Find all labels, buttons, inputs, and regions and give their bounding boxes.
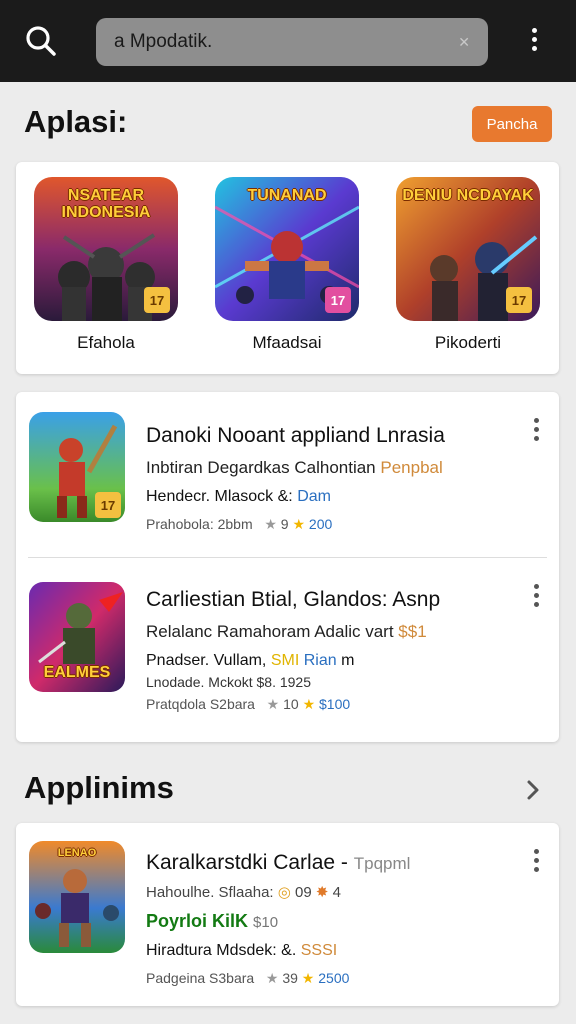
stat-value: $100 <box>319 696 351 712</box>
more-vertical-icon[interactable] <box>524 26 544 58</box>
badge-icon: ✸ <box>315 884 329 901</box>
app-icon: 17 <box>29 412 125 522</box>
app-developer: Pnadser. Vullam, SMI Rian m <box>146 652 516 670</box>
app-label: Mfaadsai <box>252 333 322 352</box>
stat-count: 39 <box>282 970 298 986</box>
developer-text: Hiradtura Mdsdek: &. <box>146 942 297 959</box>
title-text: Karalkarstdki Carlae - <box>146 851 348 874</box>
icon-art-title: EALMES <box>43 664 111 681</box>
highlight-text: Poyrloi KilK <box>146 911 249 931</box>
subtitle-text: Hahoulhe. Sflaaha: <box>146 884 274 901</box>
rating-badge: 17 <box>325 287 351 313</box>
subtitle-accent: Penpbal <box>380 458 443 477</box>
featured-app-3[interactable]: DENIU NCDAYAK 17 Pikoderti <box>396 177 540 353</box>
subtitle-text: Relalanc Ramahoram Adalic vart <box>146 622 394 641</box>
developer-text: Pnadser. Vullam, <box>146 652 267 669</box>
app-developer: Hendecr. Mlasock &: Dam <box>146 488 516 506</box>
search-icon[interactable] <box>24 24 58 58</box>
meta-text: Pratqdola S2bara <box>146 696 255 712</box>
list-item[interactable]: LENAO Karalkarstdki Carlae - Tpqpml Haho… <box>16 841 559 986</box>
star-outline-icon: ★ <box>265 970 279 986</box>
top-bar: a Mpodatik. ✕ <box>0 0 576 82</box>
developer-link[interactable]: Dam <box>297 488 331 505</box>
stat-count: 9 <box>280 516 289 532</box>
more-vertical-icon[interactable] <box>530 416 542 441</box>
app-icon: EALMES <box>29 582 125 692</box>
subtitle-stat-2: 4 <box>332 884 341 901</box>
app-thumbnail: TUNANAD 17 <box>215 177 359 321</box>
meta-text: Padgeina S3bara <box>146 970 255 986</box>
stat-value: 2500 <box>318 970 350 986</box>
app-thumbnail: DENIU NCDAYAK 17 <box>396 177 540 321</box>
section-action-button[interactable]: Pancha <box>472 106 552 142</box>
app-highlight: Poyrloi KilK $10 <box>146 911 516 932</box>
title-accent: Tpqpml <box>353 854 411 873</box>
meta-text: Prahobola: 2bbm <box>146 516 253 532</box>
section-title: Applinims <box>24 770 174 805</box>
rating-badge: 17 <box>95 492 121 518</box>
app-title: Danoki Nooant appliand Lnrasia <box>146 424 445 447</box>
app-extra: Lnodade. Mckokt $8. 1925 <box>146 674 312 690</box>
app-meta: Padgeina S3bara ★ 39 ★ 2500 <box>146 970 516 987</box>
app-label: Efahola <box>77 333 135 352</box>
list-item-text: Carliestian Btial, Glandos: Asnp Relalan… <box>146 588 516 713</box>
more-vertical-icon[interactable] <box>530 582 542 607</box>
rating-badge: 17 <box>506 287 532 313</box>
thumbnail-art-title: TUNANAD <box>247 187 327 204</box>
app-label: Pikoderti <box>434 333 502 352</box>
star-outline-icon: ★ <box>264 516 277 532</box>
featured-app-2[interactable]: TUNANAD 17 Mfaadsai <box>215 177 359 353</box>
app-developer: Hiradtura Mdsdek: &. SSSI <box>146 942 516 960</box>
section-title: Aplasi: <box>24 104 128 139</box>
app-meta: Pratqdola S2bara ★ 10 ★ $100 <box>146 696 516 713</box>
highlight-price: $10 <box>253 914 279 931</box>
app-title: Carliestian Btial, Glandos: Asnp <box>146 588 441 611</box>
more-vertical-icon[interactable] <box>530 847 542 872</box>
app-meta: Prahobola: 2bbm ★ 9 ★ 200 <box>146 516 516 533</box>
app-subtitle: Relalanc Ramahoram Adalic vart $$1 <box>146 622 516 642</box>
subtitle-accent: $$1 <box>398 622 427 641</box>
app-icon: LENAO <box>29 841 125 953</box>
thumbnail-art-title: NSATEAR INDONESIA <box>61 187 151 221</box>
list-item-text: Karalkarstdki Carlae - Tpqpml Hahoulhe. … <box>146 851 516 987</box>
featured-app-1[interactable]: NSATEAR INDONESIA 17 Efahola <box>34 177 178 353</box>
app-title: Karalkarstdki Carlae - Tpqpml <box>146 851 516 875</box>
chevron-right-icon[interactable] <box>522 776 544 804</box>
app-list-card: LENAO Karalkarstdki Carlae - Tpqpml Haho… <box>16 823 559 1006</box>
developer-suffix: m <box>341 652 355 669</box>
app-list-card: 17 Danoki Nooant appliand Lnrasia Inbtir… <box>16 392 559 742</box>
subtitle-stat: 09 <box>295 884 312 901</box>
app-thumbnail: NSATEAR INDONESIA 17 <box>34 177 178 321</box>
coin-icon: ◎ <box>277 884 291 901</box>
star-icon: ★ <box>292 516 306 532</box>
app-subtitle: Hahoulhe. Sflaaha: ◎ 09 ✸ 4 <box>146 883 516 901</box>
list-item-text: Danoki Nooant appliand Lnrasia Inbtiran … <box>146 424 516 533</box>
star-outline-icon: ★ <box>266 696 280 712</box>
search-query: a Mpodatik. <box>114 31 213 52</box>
stat-count: 10 <box>283 696 299 712</box>
star-icon: ★ <box>302 696 316 712</box>
developer-link[interactable]: Rian <box>304 652 337 669</box>
rating-badge: 17 <box>144 287 170 313</box>
developer-accent: SMI <box>270 652 300 669</box>
divider <box>28 557 547 558</box>
close-icon[interactable]: ✕ <box>458 34 470 51</box>
thumbnail-art-title: DENIU NCDAYAK <box>402 187 534 204</box>
subtitle-text: Inbtiran Degardkas Calhontian <box>146 458 376 477</box>
icon-art-title: LENAO <box>57 847 97 859</box>
star-icon: ★ <box>301 970 315 986</box>
developer-text: Hendecr. Mlasock &: <box>146 488 293 505</box>
developer-accent: SSSI <box>300 942 338 959</box>
list-item[interactable]: 17 Danoki Nooant appliand Lnrasia Inbtir… <box>16 412 559 542</box>
stat-value: 200 <box>308 516 333 532</box>
featured-card: NSATEAR INDONESIA 17 Efahola TUNANAD 17 … <box>16 162 559 374</box>
list-item[interactable]: EALMES Carliestian Btial, Glandos: Asnp … <box>16 582 559 722</box>
app-subtitle: Inbtiran Degardkas Calhontian Penpbal <box>146 458 516 478</box>
search-input[interactable]: a Mpodatik. ✕ <box>96 18 488 66</box>
icon-overlay: 17 <box>29 412 125 522</box>
